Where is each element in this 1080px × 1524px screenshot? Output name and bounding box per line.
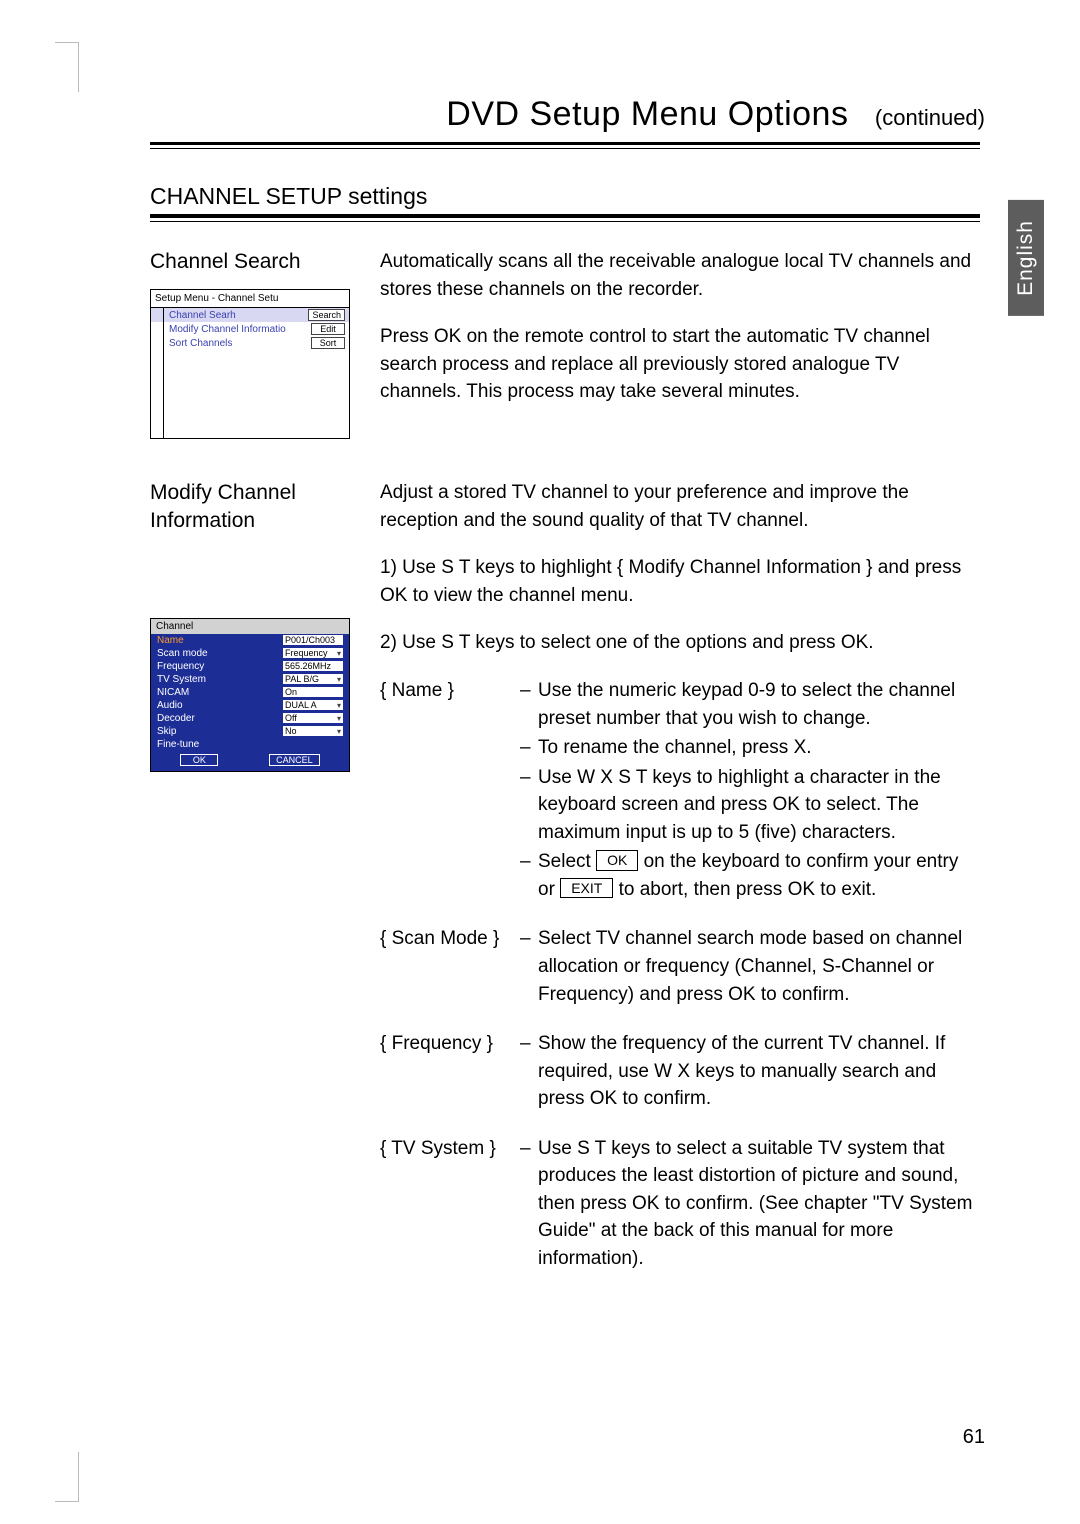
body-text: Automatically scans all the receivable a… <box>380 248 980 303</box>
illust-row-label: Name <box>157 635 184 646</box>
text-fragment: to abort, then press OK to exit. <box>613 879 876 900</box>
illust-row-label: NICAM <box>157 687 189 698</box>
illust-row: NICAM On <box>151 686 349 699</box>
illust-title: Setup Menu - Channel Setu <box>151 290 349 308</box>
option-line: Show the frequency of the current TV cha… <box>520 1030 980 1113</box>
illust-row-button: Edit <box>311 323 345 335</box>
subsection-heading: Modify Channel Information <box>150 479 350 534</box>
illust-row: Decoder Off▾ <box>151 712 349 725</box>
body-step: 2) Use S T keys to select one of the opt… <box>380 629 980 657</box>
body-text: Press OK on the remote control to start … <box>380 323 980 406</box>
subsection-heading: Channel Search <box>150 248 350 275</box>
page-title: DVD Setup Menu Options <box>446 95 848 133</box>
illust-row-label: Decoder <box>157 713 195 724</box>
title-rule <box>150 142 980 149</box>
text-fragment: 1) Use S T keys to highlight { <box>380 557 629 578</box>
keyboard-exit-button: EXIT <box>560 878 613 898</box>
option-line: Use the numeric keypad 0-9 to select the… <box>520 677 980 732</box>
option-line: To rename the channel, press X. <box>520 734 980 762</box>
illust-row-value: Off▾ <box>283 713 343 723</box>
option-key: { Frequency } <box>380 1030 520 1115</box>
option-line: Select TV channel search mode based on c… <box>520 925 980 1008</box>
illust-row-value: Frequency▾ <box>283 648 343 658</box>
option-name: { Name } Use the numeric keypad 0-9 to s… <box>380 677 980 905</box>
illust-row: Channel Searh Search <box>151 308 349 322</box>
text-fragment: Select <box>538 851 596 872</box>
body-step: 1) Use S T keys to highlight { Modify Ch… <box>380 554 980 609</box>
illust-row: Fine-tune <box>151 738 349 751</box>
option-line: Use W X S T keys to highlight a characte… <box>520 764 980 847</box>
illust-row-value: P001/Ch003 <box>283 635 343 645</box>
option-key: { Scan Mode } <box>380 925 520 1010</box>
channel-search-block: Channel Search Setup Menu - Channel Setu… <box>150 248 980 439</box>
illust-row: Name P001/Ch003 <box>151 634 349 647</box>
option-tv-system: { TV System } Use S T keys to select a s… <box>380 1135 980 1275</box>
illust-row-button: Sort <box>311 337 345 349</box>
illust-row-label: Modify Channel Informatio <box>169 324 286 335</box>
illust-ok-button: OK <box>180 754 218 766</box>
illust-row-value: DUAL A▾ <box>283 700 343 710</box>
illust-row-label: Audio <box>157 700 183 711</box>
illust-row: Sort Channels Sort <box>151 336 349 350</box>
illust-row: Scan mode Frequency▾ <box>151 647 349 660</box>
crop-mark <box>78 1452 102 1502</box>
language-tab: English <box>1008 200 1044 316</box>
illust-row-value: PAL B/G▾ <box>283 674 343 684</box>
keyboard-ok-button: OK <box>596 850 638 870</box>
section-heading: CHANNEL SETUP settings <box>150 183 980 210</box>
illust-row-label: Skip <box>157 726 176 737</box>
crop-mark <box>78 42 102 92</box>
modify-channel-block: Modify Channel Information Channel Name P… <box>150 479 980 1274</box>
page-title-row: DVD Setup Menu Options (continued) <box>110 95 1000 134</box>
illust-row: TV System PAL B/G▾ <box>151 673 349 686</box>
illust-row-button: Search <box>308 309 345 321</box>
illust-row-label: Sort Channels <box>169 338 232 349</box>
illust-row-label: Channel Searh <box>169 310 236 321</box>
illust-row-value: No▾ <box>283 726 343 736</box>
channel-menu-illustration: Channel NameP001/Ch003Scan modeFrequency… <box>150 618 350 772</box>
option-key: { Name } <box>380 677 520 905</box>
illust-row-label: Fine-tune <box>157 739 199 750</box>
body-text: Adjust a stored TV channel to your prefe… <box>380 479 980 534</box>
option-key: { TV System } <box>380 1135 520 1275</box>
illust-row-value: 565.26MHz <box>283 661 343 671</box>
illust-row-value: On <box>283 687 343 697</box>
option-scan-mode: { Scan Mode } Select TV channel search m… <box>380 925 980 1010</box>
section-rule <box>150 214 980 222</box>
setup-menu-illustration: Setup Menu - Channel Setu Channel Searh … <box>150 289 350 439</box>
illust-row-label: Scan mode <box>157 648 208 659</box>
content-area: CHANNEL SETUP settings Channel Search Se… <box>150 183 980 1274</box>
option-line: Select OK on the keyboard to confirm you… <box>520 848 980 903</box>
illust-row-label: TV System <box>157 674 206 685</box>
illust-title: Channel <box>151 619 349 634</box>
option-frequency: { Frequency } Show the frequency of the … <box>380 1030 980 1115</box>
illust-row: Skip No▾ <box>151 725 349 738</box>
page-number: 61 <box>963 1426 985 1449</box>
option-line: Use S T keys to select a suitable TV sys… <box>520 1135 980 1273</box>
text-fragment: Modify Channel Information <box>629 557 867 578</box>
illust-row: Modify Channel Informatio Edit <box>151 322 349 336</box>
manual-page: English DVD Setup Menu Options (continue… <box>0 0 1080 1524</box>
illust-row-label: Frequency <box>157 661 204 672</box>
page-title-suffix: (continued) <box>875 105 985 130</box>
illust-row: Frequency 565.26MHz <box>151 660 349 673</box>
illust-row: Audio DUAL A▾ <box>151 699 349 712</box>
illust-cancel-button: CANCEL <box>269 754 320 766</box>
